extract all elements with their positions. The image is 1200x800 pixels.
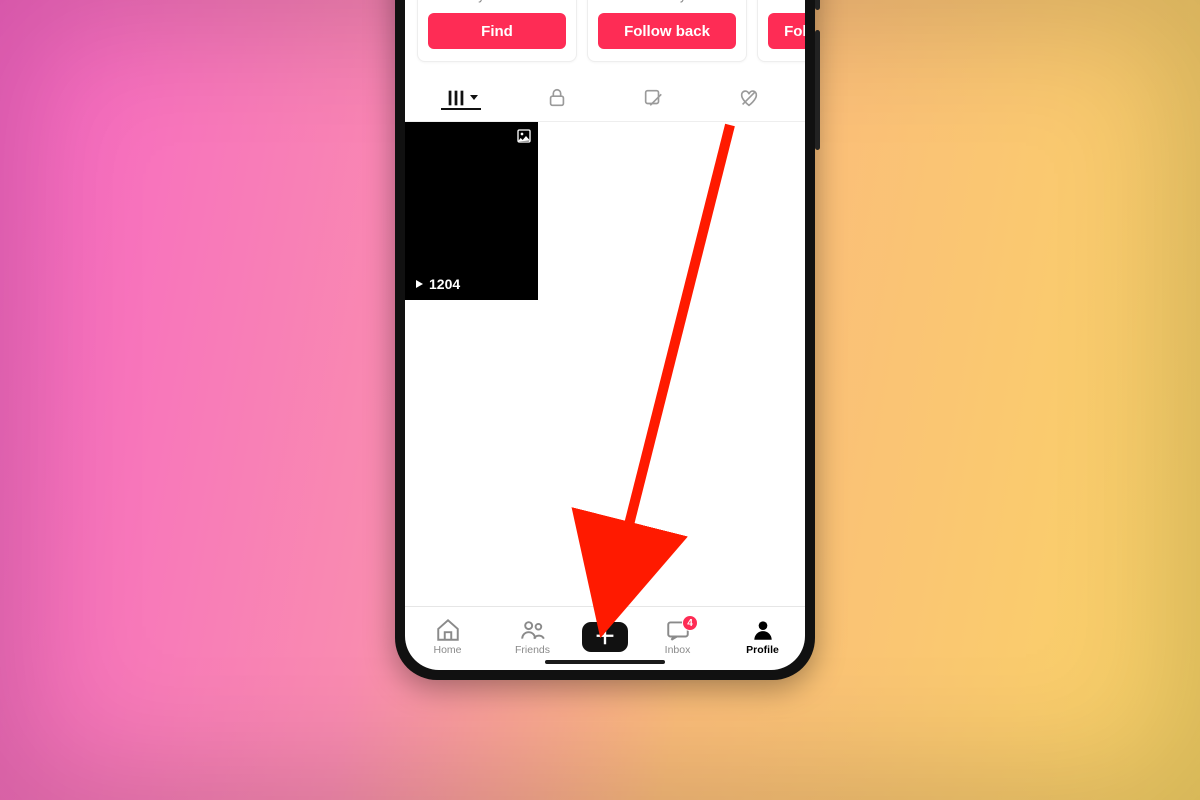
heart-hidden-icon [738, 87, 760, 109]
phone-side-button [815, 0, 820, 10]
friends-icon [520, 617, 546, 643]
nav-label: Inbox [665, 644, 691, 656]
tab-private[interactable] [509, 87, 605, 109]
video-thumbnail[interactable]: 1204 [405, 122, 538, 300]
create-button[interactable]: ＋ [582, 622, 628, 652]
suggestion-card: Find your friends Find [417, 0, 577, 62]
play-icon [413, 278, 425, 290]
gradient-background: Find your friends Find Follows you Follo… [0, 0, 1200, 800]
play-count: 1204 [413, 276, 460, 292]
suggestion-subtitle: Follows you [598, 0, 736, 3]
tab-liked[interactable] [701, 87, 797, 109]
suggestion-subtitle: Find your friends [428, 0, 566, 3]
nav-label: Profile [746, 644, 779, 656]
lock-icon [546, 87, 568, 109]
video-grid: 1204 [405, 122, 805, 606]
nav-profile[interactable]: Profile [720, 617, 805, 656]
chevron-down-icon [470, 95, 478, 100]
profile-icon [750, 617, 776, 643]
inbox-badge: 4 [682, 615, 698, 631]
suggestion-card: Foll Follo [757, 0, 805, 62]
phone-frame: Find your friends Find Follows you Follo… [395, 0, 815, 680]
image-icon [516, 128, 532, 149]
nav-label: Home [433, 644, 461, 656]
tab-feed[interactable] [413, 87, 509, 109]
follow-button[interactable]: Follo [768, 13, 805, 49]
nav-create[interactable]: ＋ [575, 622, 635, 652]
play-count-value: 1204 [429, 276, 460, 292]
feed-icon [445, 87, 467, 109]
nav-friends[interactable]: Friends [490, 617, 575, 656]
gesture-bar [545, 660, 665, 664]
repost-icon [642, 87, 664, 109]
profile-tabs [405, 74, 805, 122]
phone-screen: Find your friends Find Follows you Follo… [405, 0, 805, 670]
follow-back-button[interactable]: Follow back [598, 13, 736, 49]
suggestion-subtitle: Foll [768, 0, 805, 3]
tab-reposts[interactable] [605, 87, 701, 109]
plus-icon: ＋ [594, 626, 616, 648]
nav-label: Friends [515, 644, 550, 656]
home-icon [435, 617, 461, 643]
nav-inbox[interactable]: 4 Inbox [635, 617, 720, 656]
nav-home[interactable]: Home [405, 617, 490, 656]
find-button[interactable]: Find [428, 13, 566, 49]
suggestion-row: Find your friends Find Follows you Follo… [405, 0, 805, 74]
suggestion-card: Follows you Follow back [587, 0, 747, 62]
phone-side-button [815, 30, 820, 150]
